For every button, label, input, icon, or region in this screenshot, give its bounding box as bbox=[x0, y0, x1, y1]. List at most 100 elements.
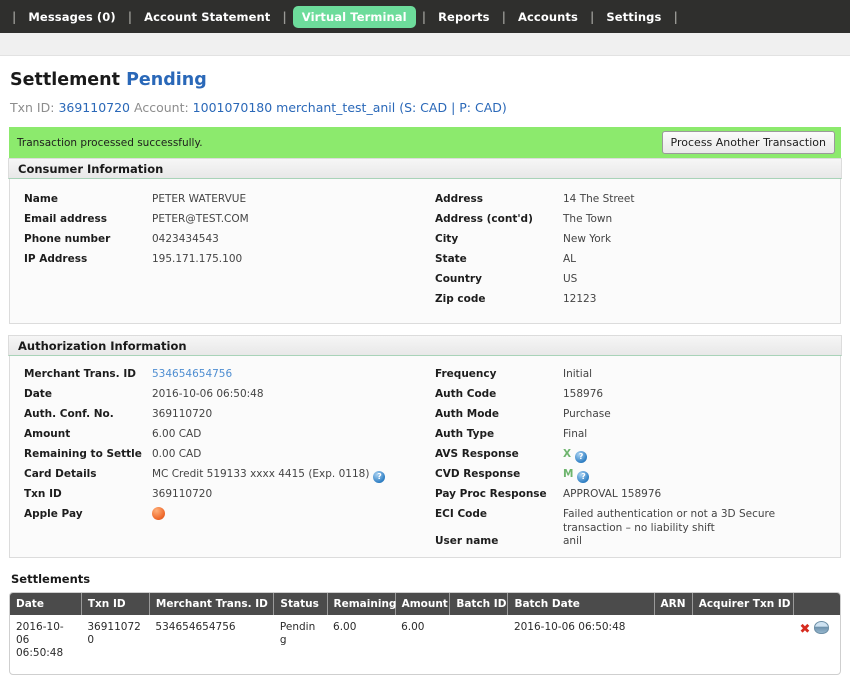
field-row-card-details: Card Details MC Credit 519133 xxxx 4415 … bbox=[24, 464, 425, 484]
field-label-pay-proc-response: Pay Proc Response bbox=[435, 488, 547, 500]
field-value-address: 14 The Street bbox=[563, 193, 635, 205]
field-value-cvd-response: M bbox=[563, 468, 574, 480]
field-label-address: Address bbox=[435, 193, 483, 205]
settle-disk-icon[interactable] bbox=[814, 621, 830, 634]
field-value-email-address: PETER@TEST.COM bbox=[152, 213, 249, 225]
cell-date: 2016-10-06 06:50:48 bbox=[16, 621, 64, 659]
field-label-cvd-response: CVD Response bbox=[435, 468, 521, 480]
page-title-text: Settlement bbox=[10, 70, 120, 90]
authorization-information-header: Authorization Information bbox=[8, 335, 842, 356]
field-row-pay-proc-response: Pay Proc Response APPROVAL 158976 bbox=[435, 484, 840, 504]
field-value-date: 2016-10-06 06:50:48 bbox=[152, 388, 264, 400]
subtitle-txn-value[interactable]: 369110720 bbox=[58, 100, 130, 115]
column-header-actions bbox=[793, 593, 840, 615]
field-value-address-contd: The Town bbox=[563, 213, 613, 225]
process-another-transaction-button[interactable]: Process Another Transaction bbox=[661, 131, 835, 154]
field-label-auth-type: Auth Type bbox=[435, 428, 495, 440]
field-row-amount: Amount 6.00 CAD bbox=[24, 424, 425, 444]
nav-separator: | bbox=[673, 9, 678, 24]
nav-separator: | bbox=[589, 9, 595, 24]
nav-item-messages[interactable]: Messages (0) bbox=[22, 7, 121, 27]
field-label-user-name: User name bbox=[435, 535, 499, 547]
nav-item-settings[interactable]: Settings bbox=[600, 7, 667, 27]
field-value-merchant-trans-id[interactable]: 534654654756 bbox=[152, 364, 232, 381]
field-row-city: City New York bbox=[435, 229, 840, 249]
field-row-auth-mode: Auth Mode Purchase bbox=[435, 404, 840, 424]
column-header-txn-id[interactable]: Txn ID bbox=[81, 593, 150, 615]
nav-separator: | bbox=[12, 9, 17, 24]
field-row-date: Date 2016-10-06 06:50:48 bbox=[24, 384, 425, 404]
settlements-heading: Settlements bbox=[11, 572, 91, 586]
field-row-country: Country US bbox=[435, 269, 840, 289]
column-header-remaining[interactable]: Remaining bbox=[327, 593, 396, 615]
field-value-user-name: anil bbox=[563, 535, 582, 547]
field-value-avs-response-wrap: X? bbox=[563, 444, 588, 463]
cell-batch-date: 2016-10-06 06:50:48 bbox=[513, 621, 626, 633]
field-label-auth-mode: Auth Mode bbox=[435, 408, 500, 420]
field-value-apple-pay bbox=[152, 504, 165, 522]
success-alert-message: Transaction processed successfully. bbox=[17, 136, 203, 149]
field-value-auth-conf-no: 369110720 bbox=[152, 408, 213, 420]
field-row-avs-response: AVS Response X? bbox=[435, 444, 840, 464]
field-row-address: Address 14 The Street bbox=[435, 189, 840, 209]
field-value-pay-proc-response: APPROVAL 158976 bbox=[563, 488, 662, 500]
field-label-email-address: Email address bbox=[24, 213, 107, 225]
nav-item-reports[interactable]: Reports bbox=[432, 7, 496, 27]
field-row-cvd-response: CVD Response M? bbox=[435, 464, 840, 484]
main-navigation-bar: | Messages (0) | Account Statement | Vir… bbox=[0, 0, 850, 33]
field-value-card-details: MC Credit 519133 xxxx 4415 (Exp. 0118) bbox=[152, 468, 370, 480]
help-icon[interactable]: ? bbox=[577, 471, 590, 483]
field-value-cvd-response-wrap: M? bbox=[563, 464, 590, 483]
cell-txn-id: 369110720 bbox=[87, 621, 141, 646]
cell-amount: 6.00 bbox=[401, 621, 425, 633]
field-label-city: City bbox=[435, 233, 459, 245]
subtitle-account-value[interactable]: 1001070180 merchant_test_anil (S: CAD | … bbox=[193, 100, 507, 115]
field-label-frequency: Frequency bbox=[435, 368, 497, 380]
field-value-phone-number: 0423434543 bbox=[152, 233, 219, 245]
field-row-state: State AL bbox=[435, 249, 840, 269]
field-label-amount: Amount bbox=[24, 428, 71, 440]
field-value-zip-code: 12123 bbox=[563, 293, 597, 305]
field-value-frequency: Initial bbox=[563, 368, 593, 380]
field-row-frequency: Frequency Initial bbox=[435, 364, 840, 384]
field-label-avs-response: AVS Response bbox=[435, 448, 519, 460]
nav-item-accounts[interactable]: Accounts bbox=[512, 7, 584, 27]
column-header-acquirer-txn-id[interactable]: Acquirer Txn ID bbox=[692, 593, 794, 615]
nav-separator: | bbox=[127, 9, 133, 24]
column-header-arn[interactable]: ARN bbox=[654, 593, 693, 615]
field-row-auth-type: Auth Type Final bbox=[435, 424, 840, 444]
field-row-auth-conf-no: Auth. Conf. No. 369110720 bbox=[24, 404, 425, 424]
nav-item-account-statement[interactable]: Account Statement bbox=[138, 7, 276, 27]
column-header-batch-id[interactable]: Batch ID bbox=[449, 593, 509, 615]
field-value-card-details-wrap: MC Credit 519133 xxxx 4415 (Exp. 0118)? bbox=[152, 464, 386, 483]
field-label-remaining-to-settle: Remaining to Settle bbox=[24, 448, 142, 460]
field-value-remaining-to-settle: 0.00 CAD bbox=[152, 448, 202, 460]
field-label-auth-conf-no: Auth. Conf. No. bbox=[24, 408, 114, 420]
field-row-remaining-to-settle: Remaining to Settle 0.00 CAD bbox=[24, 444, 425, 464]
cell-acquirer-txn-id bbox=[692, 615, 793, 674]
nav-item-virtual-terminal[interactable]: Virtual Terminal bbox=[292, 5, 416, 28]
field-row-merchant-trans-id: Merchant Trans. ID 534654654756 bbox=[24, 364, 425, 384]
field-row-name: Name PETER WATERVUE bbox=[24, 189, 425, 209]
cell-remaining: 6.00 bbox=[333, 621, 357, 633]
subtitle-txn-label: Txn ID: bbox=[10, 100, 55, 115]
column-header-merchant-trans-id[interactable]: Merchant Trans. ID bbox=[149, 593, 275, 615]
column-header-amount[interactable]: Amount bbox=[395, 593, 451, 615]
void-transaction-icon[interactable]: ✖ bbox=[799, 622, 810, 637]
column-header-status[interactable]: Status bbox=[273, 593, 328, 615]
table-row: 2016-10-06 06:50:48 369110720 5346546547… bbox=[10, 615, 840, 674]
field-value-auth-type: Final bbox=[563, 428, 588, 440]
field-label-txn-id: Txn ID bbox=[24, 488, 62, 500]
column-header-batch-date[interactable]: Batch Date bbox=[507, 593, 655, 615]
authorization-information-panel: Merchant Trans. ID 534654654756 Date 201… bbox=[9, 356, 841, 558]
help-icon[interactable]: ? bbox=[373, 471, 386, 483]
field-label-address-contd: Address (cont'd) bbox=[435, 213, 533, 225]
field-value-state: AL bbox=[563, 253, 577, 265]
help-icon[interactable]: ? bbox=[575, 451, 588, 463]
authorization-left-column: Merchant Trans. ID 534654654756 Date 201… bbox=[10, 364, 425, 551]
column-header-date[interactable]: Date bbox=[10, 593, 82, 615]
field-value-auth-mode: Purchase bbox=[563, 408, 611, 420]
consumer-left-column: Name PETER WATERVUE Email address PETER@… bbox=[10, 189, 425, 309]
cell-status[interactable]: Pending bbox=[274, 615, 327, 674]
settlements-table-container: Date Txn ID Merchant Trans. ID Status Re… bbox=[9, 592, 841, 675]
